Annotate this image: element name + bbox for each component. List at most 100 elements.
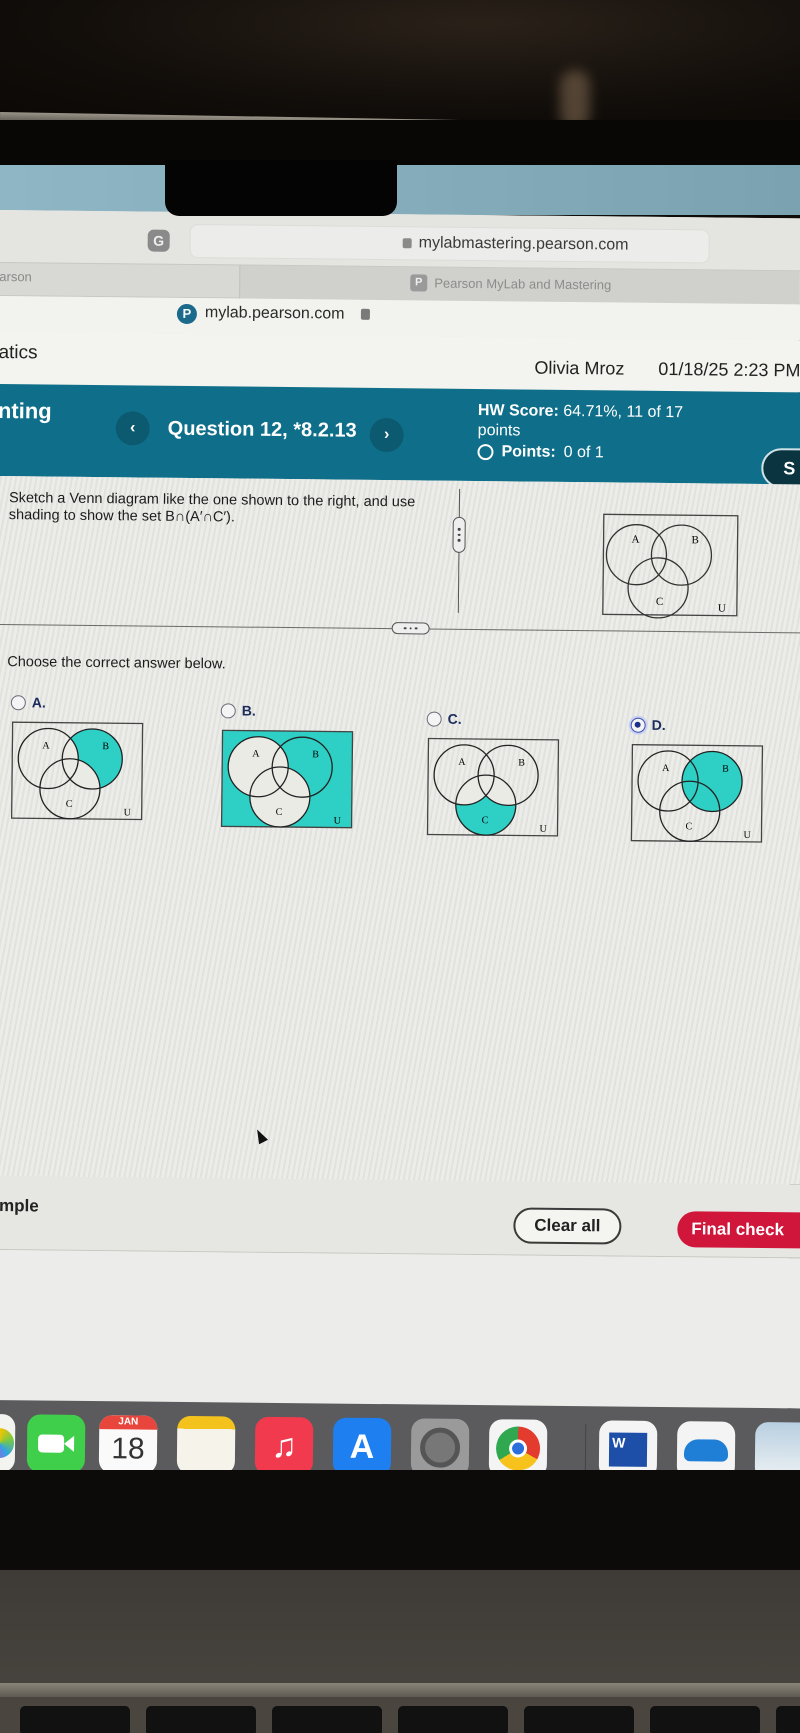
radio-button-selected[interactable]	[630, 717, 646, 733]
previous-question-button[interactable]: ‹	[115, 411, 150, 446]
side-action-button[interactable]: S	[761, 447, 800, 489]
hw-score-label: HW Score:	[477, 402, 559, 420]
hw-score: HW Score: 64.71%, 11 of 17 points	[478, 401, 738, 444]
points-label: Points:	[501, 443, 556, 461]
label-a: A	[42, 740, 50, 751]
venn-diagram-a: A B C U	[10, 721, 144, 821]
keyboard-key	[650, 1706, 760, 1733]
room-background	[0, 0, 800, 118]
label-c: C	[656, 596, 663, 608]
system-settings-icon[interactable]	[410, 1418, 470, 1477]
label-b: B	[722, 764, 729, 775]
choose-instruction: Choose the correct answer below.	[7, 654, 226, 673]
vertical-resize-handle[interactable]	[452, 516, 466, 553]
tab-title: Pearson MyLab and Mastering	[434, 275, 612, 293]
app-store-icon[interactable]: A	[332, 1417, 392, 1477]
clear-all-button[interactable]: Clear all	[513, 1207, 622, 1245]
radio-button[interactable]	[10, 694, 26, 710]
keyboard-key	[272, 1706, 382, 1733]
assignment-title: nting	[0, 397, 52, 424]
chassis-edge	[0, 1683, 800, 1697]
label-b: B	[312, 749, 319, 760]
calendar-day: 18	[111, 1432, 145, 1466]
keyboard-key	[20, 1706, 130, 1733]
dock-separator	[584, 1424, 587, 1475]
hw-score-suffix: points	[477, 422, 521, 440]
camera-notch	[165, 160, 397, 216]
keyboard-row	[0, 1700, 800, 1733]
grammarly-icon[interactable]: G	[147, 229, 170, 252]
question-nav-bar: nting ‹ Question 12, *8.2.13 › HW Score:…	[0, 383, 800, 489]
user-name: Olivia Mroz	[534, 357, 625, 379]
label-c: C	[686, 821, 693, 832]
radio-button[interactable]	[220, 702, 236, 718]
tab-pearson[interactable]: arson	[0, 269, 32, 284]
question-points: Points: 0 of 1	[477, 443, 604, 462]
address-url: mylabmastering.pearson.com	[418, 234, 629, 254]
label-u: U	[334, 816, 342, 827]
hw-score-value: 64.71%, 11 of 17	[563, 402, 684, 422]
label-u: U	[718, 603, 726, 615]
question-prompt: Sketch a Venn diagram like the one shown…	[8, 490, 416, 526]
option-letter: A.	[31, 694, 46, 711]
question-panel: Sketch a Venn diagram like the one shown…	[0, 475, 800, 1185]
label-a: A	[632, 534, 640, 546]
mouse-pointer-icon	[252, 1127, 268, 1145]
screen: G mylabmastering.pearson.com arson P Pea…	[0, 210, 800, 1499]
label-b: B	[692, 534, 699, 546]
site-url: mylab.pearson.com	[204, 304, 345, 323]
label-u: U	[743, 830, 751, 841]
label-b: B	[102, 741, 109, 752]
label-c: C	[482, 815, 489, 826]
action-bar: ample Clear all Final check	[0, 1175, 800, 1259]
photos-icon[interactable]	[0, 1413, 16, 1473]
photo-of-laptop-screen: G mylabmastering.pearson.com arson P Pea…	[0, 0, 800, 1733]
question-label[interactable]: Question 12, *8.2.13	[168, 418, 357, 443]
pearson-logo-icon: P	[176, 303, 198, 325]
answer-option-d[interactable]: D. A B C U	[629, 717, 764, 844]
laptop-chassis	[0, 1570, 800, 1700]
answer-option-c[interactable]: C. A B C U	[425, 710, 560, 837]
label-a: A	[458, 757, 466, 768]
keyboard-key	[776, 1706, 800, 1733]
notes-icon[interactable]	[176, 1415, 236, 1475]
calendar-icon[interactable]: JAN 18	[98, 1415, 158, 1474]
course-title: atics	[0, 341, 38, 364]
desktop-wallpaper	[0, 165, 800, 215]
chrome-icon[interactable]	[488, 1419, 548, 1478]
next-question-button[interactable]: ›	[369, 417, 404, 453]
option-letter: D.	[651, 716, 666, 733]
calendar-month: JAN	[99, 1415, 158, 1430]
facetime-icon[interactable]	[26, 1414, 86, 1473]
final-check-button[interactable]: Final check	[677, 1211, 800, 1249]
keyboard-key	[524, 1706, 634, 1733]
points-status-icon	[477, 444, 494, 461]
venn-diagram-d: A B C U	[630, 743, 764, 843]
answer-option-a[interactable]: A. A B C U	[10, 694, 145, 821]
radio-button[interactable]	[426, 710, 442, 727]
label-a: A	[662, 763, 670, 774]
music-icon[interactable]: ♫	[254, 1416, 314, 1476]
horizontal-resize-handle[interactable]	[391, 622, 430, 635]
keyboard-key	[146, 1706, 256, 1733]
option-letter: C.	[447, 710, 462, 727]
points-value: 0 of 1	[563, 443, 604, 462]
reference-venn-diagram: A B C U	[602, 513, 739, 619]
venn-diagram-c: A B C U	[426, 737, 560, 837]
page-empty-area	[0, 1249, 800, 1409]
address-bar[interactable]: mylabmastering.pearson.com	[189, 223, 710, 264]
label-c: C	[276, 807, 283, 818]
label-a: A	[252, 749, 260, 760]
lock-icon	[402, 238, 412, 249]
bottom-bezel	[0, 1470, 800, 1570]
option-letter: B.	[241, 702, 256, 719]
timestamp: 01/18/25 2:23 PM	[658, 358, 800, 381]
view-example-link[interactable]: ample	[0, 1196, 39, 1217]
course-header: atics Olivia Mroz 01/18/25 2:23 PM	[0, 331, 800, 393]
label-u: U	[539, 824, 547, 835]
answer-option-b[interactable]: B. A B C U	[220, 702, 355, 829]
label-b: B	[518, 757, 525, 768]
pearson-favicon-icon: P	[410, 274, 428, 292]
lock-icon	[360, 308, 370, 320]
label-u: U	[124, 807, 132, 818]
